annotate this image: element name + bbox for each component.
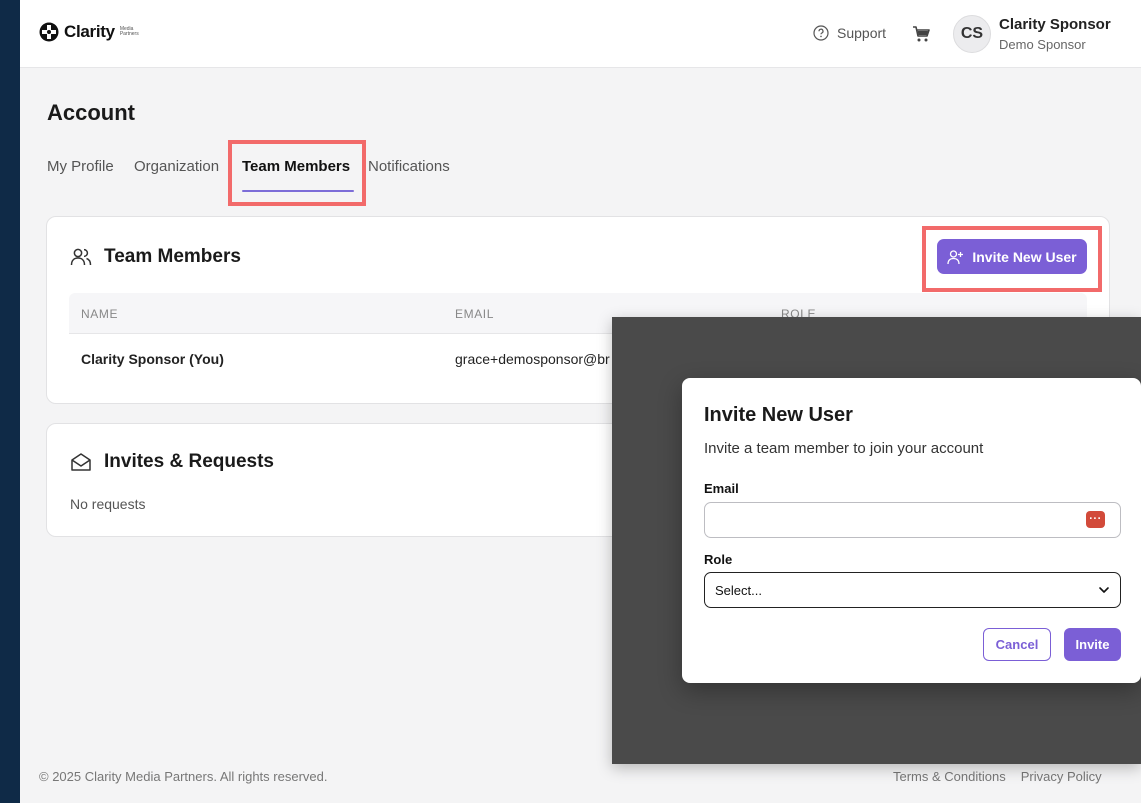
highlight-box-team-members-tab xyxy=(228,140,366,206)
column-header-name: NAME xyxy=(81,307,119,321)
email-field[interactable] xyxy=(704,502,1121,538)
modal-subtitle: Invite a team member to join your accoun… xyxy=(704,440,984,457)
support-link[interactable]: Support xyxy=(813,25,886,41)
terms-link[interactable]: Terms & Conditions xyxy=(893,769,1006,784)
app-window: Clarity Media Partners Support CS Clarit… xyxy=(20,0,1141,803)
privacy-link[interactable]: Privacy Policy xyxy=(1021,769,1102,784)
column-header-email: EMAIL xyxy=(455,307,495,321)
modal-title: Invite New User xyxy=(704,404,853,426)
team-members-heading: Team Members xyxy=(70,246,241,268)
role-selected-value: Select... xyxy=(715,582,762,598)
user-organization: Demo Sponsor xyxy=(999,37,1086,52)
users-icon xyxy=(70,248,92,266)
support-label: Support xyxy=(837,25,887,41)
role-label: Role xyxy=(704,552,733,567)
user-name[interactable]: Clarity Sponsor xyxy=(999,16,1111,33)
cart-icon[interactable] xyxy=(912,25,930,43)
logo-subtext: Media Partners xyxy=(119,26,139,37)
invites-heading: Invites & Requests xyxy=(70,451,274,473)
member-name-cell: Clarity Sponsor (You) xyxy=(81,351,224,367)
password-manager-icon[interactable]: ··· xyxy=(1086,511,1105,528)
tab-my-profile[interactable]: My Profile xyxy=(47,158,114,175)
no-requests-text: No requests xyxy=(70,496,146,512)
invite-submit-button[interactable]: Invite xyxy=(1064,628,1121,661)
user-avatar[interactable]: CS xyxy=(953,15,991,53)
footer-copyright: © 2025 Clarity Media Partners. All right… xyxy=(39,769,328,784)
page-title: Account xyxy=(47,100,135,125)
highlight-box-invite-button xyxy=(922,226,1102,292)
invites-title: Invites & Requests xyxy=(104,451,274,472)
envelope-open-icon xyxy=(71,453,91,471)
top-bar: Clarity Media Partners Support CS Clarit… xyxy=(20,0,1141,68)
help-circle-icon xyxy=(813,25,829,41)
role-select[interactable]: Select... xyxy=(704,572,1121,608)
team-members-title: Team Members xyxy=(104,246,241,267)
tab-organization[interactable]: Organization xyxy=(134,158,219,175)
logo[interactable]: Clarity Media Partners xyxy=(39,22,146,42)
logo-text: Clarity xyxy=(64,22,115,41)
clarity-logo-icon xyxy=(39,22,59,42)
email-label: Email xyxy=(704,481,739,496)
member-email-cell: grace+demosponsor@br xyxy=(455,351,610,367)
footer-links: Terms & Conditions Privacy Policy xyxy=(893,769,1102,784)
chevron-down-icon xyxy=(1099,587,1109,593)
cancel-button[interactable]: Cancel xyxy=(983,628,1051,661)
invite-user-modal: Invite New User Invite a team member to … xyxy=(682,378,1141,683)
tab-notifications[interactable]: Notifications xyxy=(368,158,450,175)
